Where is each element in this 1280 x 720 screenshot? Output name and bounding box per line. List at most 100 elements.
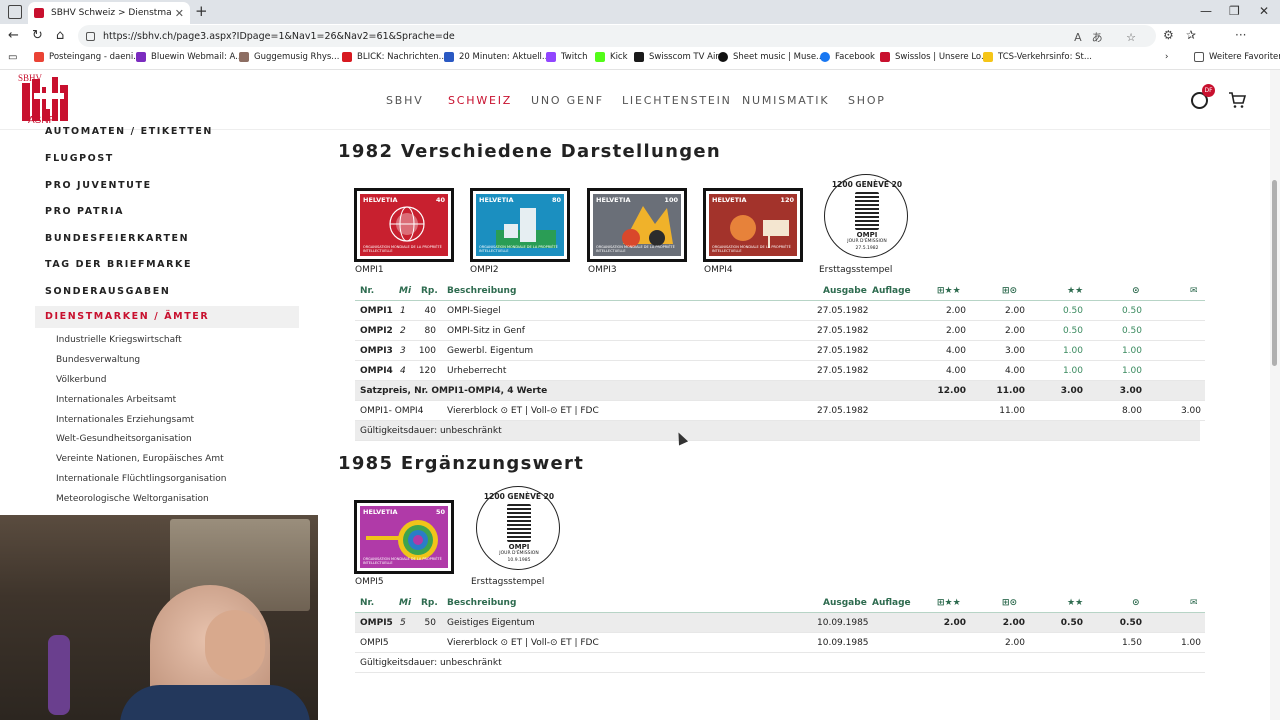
sidebar-item-bundesfeierkarten[interactable]: BUNDESFEIERKARTEN [45, 233, 189, 244]
sidebar-subitem[interactable]: Internationales Arbeitsamt [56, 395, 176, 405]
fdc-caption: Ersttagsstempel [471, 577, 545, 587]
page-scrollbar-thumb[interactable] [1272, 180, 1277, 366]
back-icon[interactable]: ← [8, 28, 19, 43]
bookmark-label: Bluewin Webmail: A... [151, 52, 244, 62]
stamp-country: HELVETIA [363, 196, 398, 204]
table-row[interactable]: OMPI5 5 50 Geistiges Eigentum 10.09.1985… [355, 613, 1205, 633]
fdc-place: 1200 GENÈVE 20 [483, 492, 555, 501]
first-day-cancel-1985[interactable]: 1200 GENÈVE 20 OMPI JOUR D'ÉMISSION 10.9… [476, 486, 560, 570]
bookmark[interactable]: Swisscom TV Air [634, 52, 719, 62]
table-row[interactable]: OMPI2 2 80 OMPI-Sitz in Genf 27.05.1982 … [355, 321, 1205, 341]
nav-numismatik[interactable]: NUMISMATIK [742, 94, 829, 107]
sidebar-subitem[interactable]: Völkerbund [56, 375, 106, 385]
col-ausgabe: Ausgabe [823, 598, 867, 608]
reload-icon[interactable]: ↻ [32, 28, 43, 43]
close-tab-icon[interactable]: ✕ [175, 7, 184, 20]
sbhv-logo[interactable]: SBHV ASNP [18, 73, 74, 127]
sidebar-subitem[interactable]: Meteorologische Weltorganisation [56, 494, 209, 504]
cell-ausgabe: 27.05.1982 [817, 406, 869, 416]
cell-c1: 2.00 [943, 618, 966, 628]
minimize-icon[interactable]: — [1200, 4, 1212, 18]
bookmark-icon [983, 52, 993, 62]
table-row[interactable]: OMPI1 1 40 OMPI-Siegel 27.05.1982 2.00 2… [355, 301, 1205, 321]
cell-nr: OMPI1- OMPI4 [360, 406, 424, 416]
sidebar-item-flugpost[interactable]: FLUGPOST [45, 153, 114, 164]
nav-liechtenstein[interactable]: LIECHTENSTEIN [622, 94, 732, 107]
bookmark[interactable]: TCS-Verkehrsinfo: St... [983, 52, 1092, 62]
favicon-icon [34, 8, 44, 18]
bookmark-icon [239, 52, 249, 62]
sidebar-item-sonderausgaben[interactable]: SONDERAUSGABEN [45, 286, 170, 297]
bookmark-icon [595, 52, 605, 62]
bookmarks-overflow-chevron-icon[interactable]: › [1165, 52, 1168, 62]
cell-c2: 11.00 [999, 406, 1025, 416]
sidebar-item-tag-der-briefmarke[interactable]: TAG DER BRIEFMARKE [45, 259, 192, 270]
price-table-1985: Nr. Mi Rp. Beschreibung Ausgabe Auflage … [355, 593, 1205, 673]
home-icon[interactable]: ⌂ [56, 28, 64, 43]
new-tab-icon[interactable]: + [195, 2, 208, 20]
sidebar-subitem[interactable]: Welt-Gesundheitsorganisation [56, 434, 192, 444]
read-aloud-favorite-icons[interactable]: Aあ ☆ [1074, 29, 1146, 45]
stamp-image: HELVETIA 50 ORGANISATION MONDIALE DE LA … [360, 506, 448, 568]
sidebar-item-automaten[interactable]: AUTOMATEN / ETIKETTEN [45, 126, 213, 137]
cart-icon[interactable] [1228, 91, 1246, 109]
set-price-row[interactable]: Satzpreis, Nr. OMPI1-OMPI4, 4 Werte 12.0… [355, 381, 1205, 401]
stamp-ompi5[interactable]: HELVETIA 50 ORGANISATION MONDIALE DE LA … [354, 500, 454, 574]
sidebar-subitem[interactable]: Industrielle Kriegswirtschaft [56, 335, 182, 345]
bookmark[interactable]: Guggemusig Rhys... [239, 52, 339, 62]
bookmark[interactable]: Posteingang - daeni... [34, 52, 141, 62]
sidebar-subitem[interactable]: Vereinte Nationen, Europäisches Amt [56, 454, 224, 464]
cell-desc: Viererblock ⊙ ET | Voll-⊙ ET | FDC [447, 638, 599, 648]
bookmark[interactable]: Kick [595, 52, 628, 62]
col-block-used: ⊞⊙ [1002, 598, 1018, 608]
bookmark-icon [342, 52, 352, 62]
maximize-icon[interactable]: ❐ [1229, 4, 1240, 18]
nav-sbhv[interactable]: SBHV [386, 94, 424, 107]
window-menu-icon[interactable] [8, 5, 22, 19]
cell-c2: 2.00 [1002, 618, 1025, 628]
browser-tab[interactable]: SBHV Schweiz > Dienstmarken / Ä ✕ [28, 2, 190, 24]
stamp-org: ORGANISATION MONDIALE DE LA PROPRIÉTÉ IN… [712, 245, 791, 253]
nav-schweiz[interactable]: SCHWEIZ [448, 94, 512, 107]
col-mint: ★★ [1067, 598, 1084, 608]
bookmark[interactable]: Twitch [546, 52, 588, 62]
close-window-icon[interactable]: ✕ [1259, 4, 1269, 18]
sidebar-subitem[interactable]: Internationales Erziehungsamt [56, 415, 194, 425]
sidebar-item-dienstmarken[interactable]: DIENSTMARKEN / ÄMTER [35, 306, 299, 328]
sidebar-item-pro-patria[interactable]: PRO PATRIA [45, 206, 124, 217]
more-menu-icon[interactable]: ··· [1235, 28, 1246, 42]
stamp-ompi3[interactable]: HELVETIA 100 ORGANISATION MONDIALE DE LA… [587, 188, 687, 262]
bookmark[interactable]: Sheet music | Muse... [718, 52, 824, 62]
block-row[interactable]: OMPI1- OMPI4 Viererblock ⊙ ET | Voll-⊙ E… [355, 401, 1205, 421]
bookmark[interactable]: 20 Minuten: Aktuell... [444, 52, 550, 62]
bookmark-label: Kick [610, 52, 628, 62]
more-favorites[interactable]: Weitere Favoriten [1194, 52, 1280, 62]
stamp-ompi1[interactable]: HELVETIA 40 ORGANISATION MONDIALE DE LA … [354, 188, 454, 262]
webcam-overlay [0, 515, 318, 720]
stamp-ompi4[interactable]: HELVETIA 120 ORGANISATION MONDIALE DE LA… [703, 188, 803, 262]
bookmark[interactable]: Bluewin Webmail: A... [136, 52, 243, 62]
table-row[interactable]: OMPI3 3 100 Gewerbl. Eigentum 27.05.1982… [355, 341, 1205, 361]
bookmark[interactable]: BLICK: Nachrichten... [342, 52, 447, 62]
webcam-microphone [48, 635, 70, 715]
bookmarks-menu-icon[interactable]: ▭ [8, 52, 17, 63]
bookmark-icon [880, 52, 890, 62]
sidebar-item-dienstmarken-label: DIENSTMARKEN / ÄMTER [45, 311, 210, 322]
stamp-ompi2[interactable]: HELVETIA 80 ORGANISATION MONDIALE DE LA … [470, 188, 570, 262]
first-day-cancel-1982[interactable]: 1200 GENÈVE 20 OMPI JOUR D'ÉMISSION 27.5… [824, 174, 908, 258]
nav-shop[interactable]: SHOP [848, 94, 886, 107]
bookmark[interactable]: Facebook [820, 52, 875, 62]
page-scrollbar[interactable] [1270, 70, 1280, 720]
table-row[interactable]: OMPI4 4 120 Urheberrecht 27.05.1982 4.00… [355, 361, 1205, 381]
url-field[interactable]: https://sbhv.ch/page3.aspx?IDpage=1&Nav1… [78, 25, 1156, 47]
sidebar-subitem[interactable]: Internationale Flüchtlingsorganisation [56, 474, 226, 484]
col-ausgabe: Ausgabe [823, 286, 867, 296]
sidebar-item-pro-juventute[interactable]: PRO JUVENTUTE [45, 180, 152, 191]
cell-c2: 2.00 [1004, 326, 1025, 336]
bookmark[interactable]: Swisslos | Unsere Lo... [880, 52, 989, 62]
sidebar-subitem[interactable]: Bundesverwaltung [56, 355, 140, 365]
block-row[interactable]: OMPI5 Viererblock ⊙ ET | Voll-⊙ ET | FDC… [355, 633, 1205, 653]
extensions-icon[interactable]: ⚙ [1163, 28, 1174, 42]
nav-uno-genf[interactable]: UNO GENF [531, 94, 604, 107]
favorites-icon[interactable]: ✰ [1186, 28, 1196, 42]
